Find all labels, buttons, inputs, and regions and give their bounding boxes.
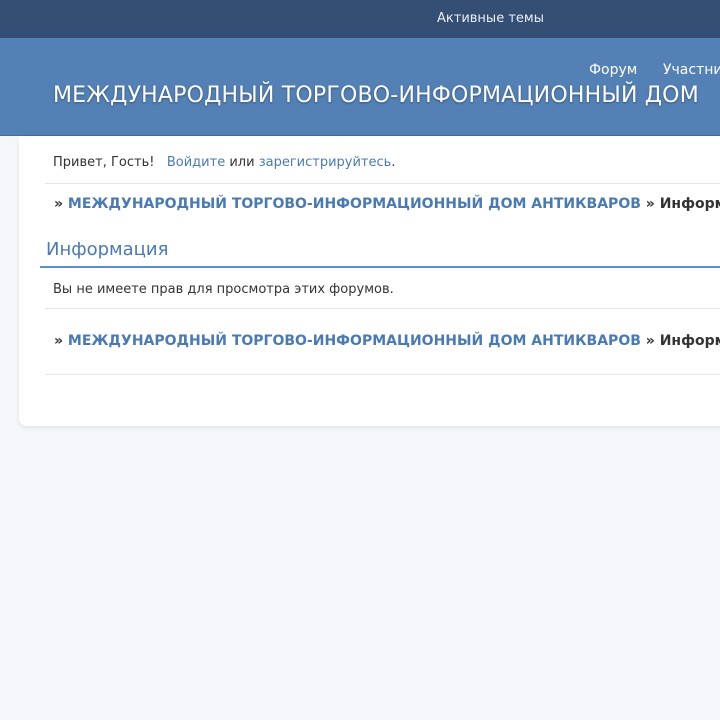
breadcrumb-bottom: » МЕЖДУНАРОДНЫЙ ТОРГОВО-ИНФОРМАЦИОННЫЙ Д… (54, 333, 720, 349)
breadcrumb-separator: » (54, 333, 64, 349)
site-title: МЕЖДУНАРОДНЫЙ ТОРГОВО-ИНФОРМАЦИОННЫЙ ДОМ (53, 83, 699, 108)
login-link[interactable]: Войдите (167, 155, 225, 170)
breadcrumb-separator: » (645, 196, 655, 212)
no-access-message: Вы не имеете прав для просмотра этих фор… (53, 282, 394, 297)
breadcrumb-separator: » (645, 333, 655, 349)
nav-members-link[interactable]: Участни (663, 62, 720, 78)
breadcrumb-current: Информ (659, 333, 720, 349)
site-header: Форум Участни МЕЖДУНАРОДНЫЙ ТОРГОВО-ИНФО… (0, 38, 720, 136)
main-content: Привет, Гость! Войдите или зарегистрируй… (19, 136, 720, 426)
period-text: . (391, 155, 396, 170)
divider (45, 183, 720, 184)
divider (45, 308, 720, 309)
top-bar: Активные темы (0, 0, 720, 38)
breadcrumb-separator: » (54, 196, 64, 212)
breadcrumb-current: Информ (659, 196, 720, 212)
heading-underline (40, 266, 720, 268)
info-heading: Информация (46, 239, 169, 260)
breadcrumb-top: » МЕЖДУНАРОДНЫЙ ТОРГОВО-ИНФОРМАЦИОННЫЙ Д… (54, 196, 720, 212)
welcome-message: Привет, Гость! Войдите или зарегистрируй… (53, 155, 395, 170)
active-topics-link[interactable]: Активные темы (437, 11, 544, 26)
breadcrumb-root-link[interactable]: МЕЖДУНАРОДНЫЙ ТОРГОВО-ИНФОРМАЦИОННЫЙ ДОМ… (68, 333, 641, 349)
divider (45, 374, 720, 375)
breadcrumb-root-link[interactable]: МЕЖДУНАРОДНЫЙ ТОРГОВО-ИНФОРМАЦИОННЫЙ ДОМ… (68, 196, 641, 212)
or-text: или (229, 155, 255, 170)
register-link[interactable]: зарегистрируйтесь (259, 155, 392, 170)
greeting-text: Привет, Гость! (53, 155, 155, 170)
nav-forum-link[interactable]: Форум (589, 62, 637, 78)
